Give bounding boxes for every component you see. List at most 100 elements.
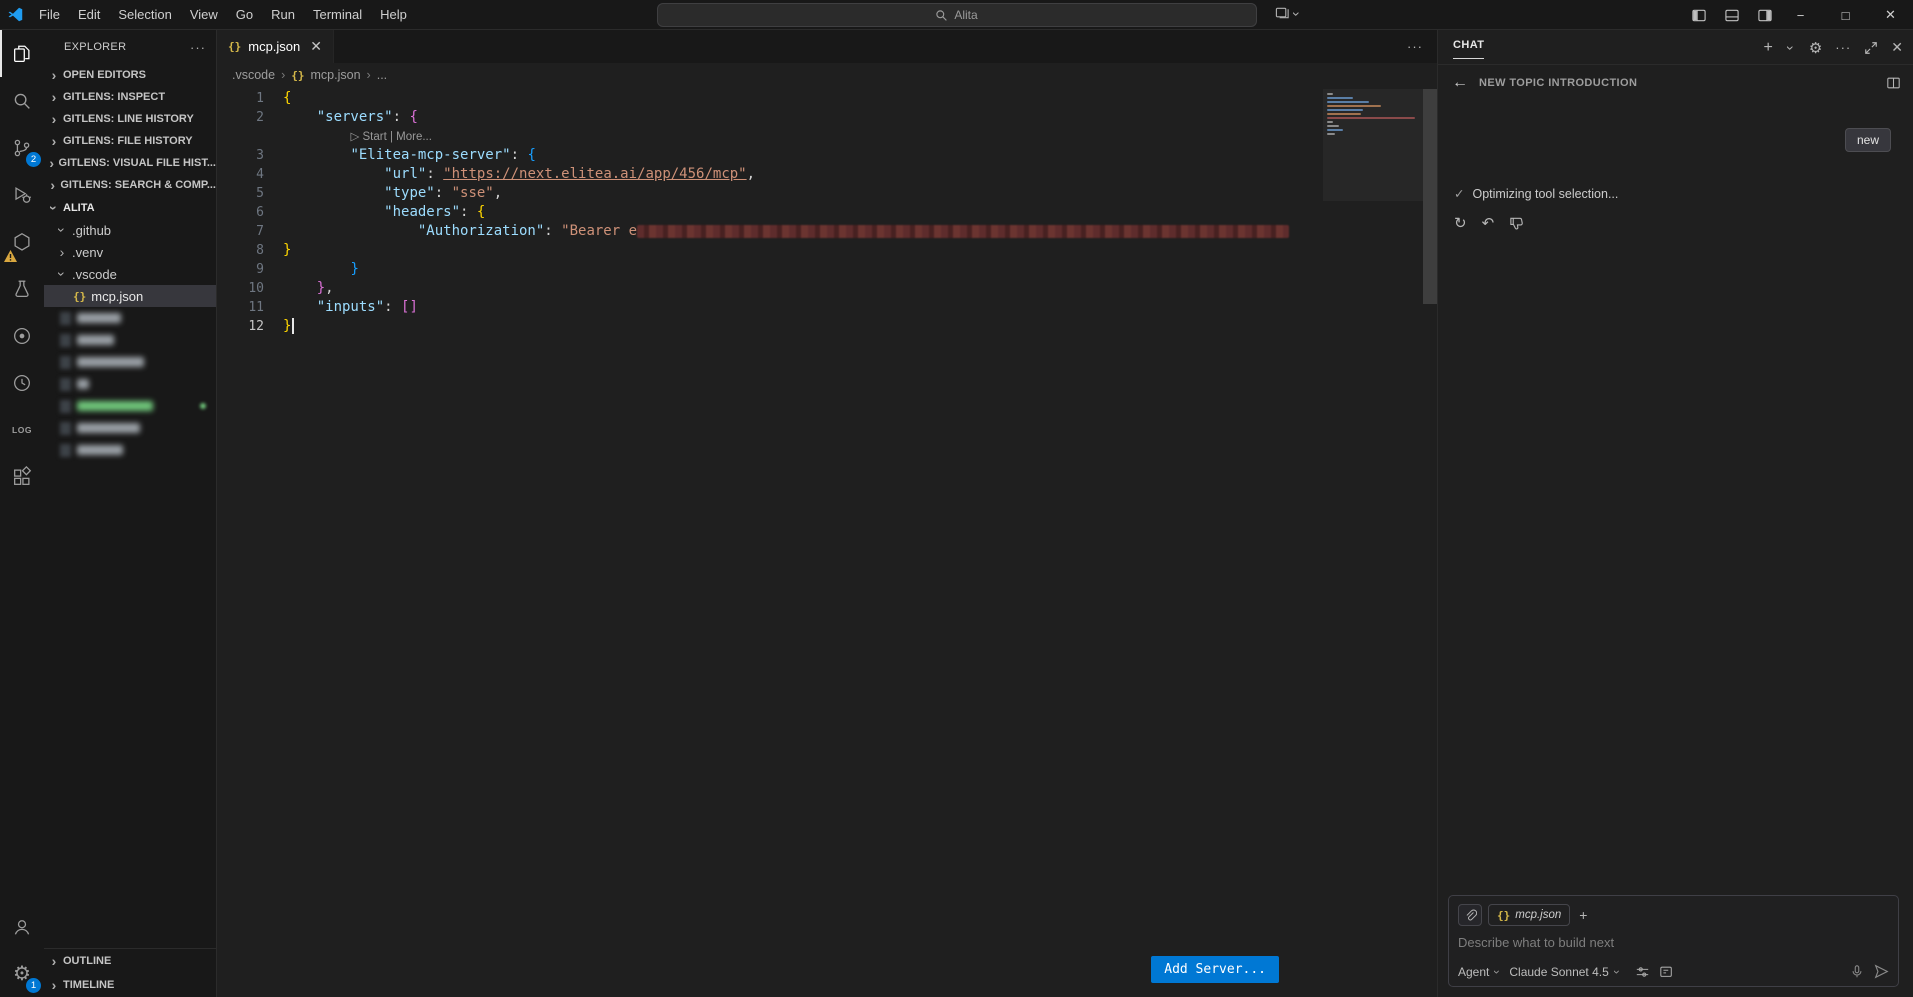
- redacted-file[interactable]: [44, 373, 216, 395]
- folder-vscode[interactable]: ›.vscode: [44, 263, 216, 285]
- redacted-file[interactable]: [44, 351, 216, 373]
- undo-icon[interactable]: ↶: [1482, 214, 1495, 232]
- add-context-icon[interactable]: +: [1576, 907, 1590, 923]
- search-icon: [11, 90, 33, 112]
- more-actions-icon[interactable]: ···: [190, 40, 206, 55]
- model-picker[interactable]: Claude Sonnet 4.5 ›: [1509, 965, 1621, 979]
- activity-testing[interactable]: [0, 265, 44, 312]
- close-tab-icon[interactable]: ✕: [310, 38, 322, 55]
- chat-panel-title[interactable]: CHAT: [1453, 39, 1484, 59]
- activity-settings[interactable]: ⚙ 1: [0, 950, 44, 997]
- new-chat-icon[interactable]: +: [1763, 39, 1772, 57]
- chevron-down-icon[interactable]: ›: [1786, 43, 1796, 53]
- redacted-file[interactable]: [44, 417, 216, 439]
- section-gitlens-line-history[interactable]: ›GITLENS: LINE HISTORY: [44, 108, 216, 130]
- tab-mcp-json[interactable]: {} mcp.json ✕: [217, 30, 334, 63]
- activity-history[interactable]: [0, 359, 44, 406]
- section-gitlens-inspect[interactable]: ›GITLENS: INSPECT: [44, 86, 216, 108]
- menu-view[interactable]: View: [181, 0, 227, 30]
- chevron-down-icon: ›: [1492, 967, 1502, 977]
- activity-run-debug[interactable]: [0, 171, 44, 218]
- menu-file[interactable]: File: [30, 0, 69, 30]
- code-line: 5 "type": "sse",: [217, 184, 1437, 203]
- files-icon: [11, 43, 33, 65]
- toggle-primary-sidebar-icon[interactable]: [1691, 8, 1707, 23]
- code-editor[interactable]: 1{2 "servers": { ▷ Start | More...3 "Eli…: [217, 87, 1437, 997]
- chat-input-placeholder[interactable]: Describe what to build next: [1458, 935, 1889, 950]
- breadcrumb-vscode[interactable]: .vscode: [232, 68, 275, 82]
- chat-input-container[interactable]: {} mcp.json + Describe what to build nex…: [1448, 895, 1899, 987]
- context-file-name: mcp.json: [1515, 909, 1561, 921]
- mode-picker[interactable]: Agent ›: [1458, 965, 1502, 979]
- editor-actions-icon[interactable]: ···: [1407, 30, 1423, 63]
- redacted-file[interactable]: [44, 307, 216, 329]
- attach-context-button[interactable]: [1458, 904, 1482, 926]
- maximize-icon[interactable]: □: [1823, 0, 1868, 30]
- activity-alita-extension[interactable]: [0, 218, 44, 265]
- more-actions-icon[interactable]: ···: [1835, 40, 1851, 55]
- codelens-line[interactable]: ▷ Start | More...: [217, 127, 1437, 146]
- edit-session-icon[interactable]: [1659, 965, 1674, 979]
- folder-github[interactable]: ›.github: [44, 219, 216, 241]
- send-icon[interactable]: [1874, 964, 1889, 979]
- menu-go[interactable]: Go: [227, 0, 262, 30]
- section-timeline[interactable]: ›TIMELINE: [44, 973, 216, 997]
- activity-explorer[interactable]: [0, 30, 44, 77]
- section-gitlens-file-history[interactable]: ›GITLENS: FILE HISTORY: [44, 130, 216, 152]
- paperclip-icon: [1464, 909, 1477, 922]
- activity-gitlens[interactable]: [0, 312, 44, 359]
- code-lines: 1{2 "servers": { ▷ Start | More...3 "Eli…: [217, 89, 1437, 336]
- toggle-secondary-sidebar-icon[interactable]: [1757, 8, 1773, 23]
- code-line: 7 "Authorization": "Bearer e: [217, 222, 1437, 241]
- section-gitlens-visual-file-history[interactable]: ›GITLENS: VISUAL FILE HIST...: [44, 152, 216, 174]
- section-open-editors[interactable]: ›OPEN EDITORS: [44, 64, 216, 86]
- close-panel-icon[interactable]: ✕: [1891, 39, 1903, 56]
- chevron-right-icon: ›: [49, 114, 59, 124]
- minimap[interactable]: [1323, 89, 1423, 201]
- breadcrumb-file[interactable]: mcp.json: [311, 68, 361, 82]
- menu-run[interactable]: Run: [262, 0, 304, 30]
- chat-topic-title: NEW TOPIC INTRODUCTION: [1479, 77, 1637, 89]
- context-file-chip[interactable]: {} mcp.json: [1488, 904, 1570, 926]
- activity-search[interactable]: [0, 77, 44, 124]
- regenerate-icon[interactable]: ↻: [1454, 214, 1467, 232]
- toggle-panel-icon[interactable]: [1724, 8, 1740, 23]
- tools-icon[interactable]: [1635, 965, 1650, 979]
- redacted-file[interactable]: [44, 329, 216, 351]
- new-suggestion-chip[interactable]: new: [1845, 128, 1891, 152]
- folder-venv[interactable]: ›.venv: [44, 241, 216, 263]
- activity-extensions[interactable]: [0, 453, 44, 500]
- file-mcp-json[interactable]: {}mcp.json: [44, 285, 216, 307]
- close-window-icon[interactable]: ✕: [1868, 0, 1913, 30]
- check-icon: ✓: [1454, 186, 1464, 201]
- workspace-alita[interactable]: ›ALITA: [44, 196, 216, 219]
- redacted-file[interactable]: [44, 395, 216, 417]
- menu-help[interactable]: Help: [371, 0, 416, 30]
- section-gitlens-search-compare[interactable]: ›GITLENS: SEARCH & COMP...: [44, 174, 216, 196]
- command-center-search[interactable]: Alita: [657, 3, 1257, 27]
- menu-edit[interactable]: Edit: [69, 0, 109, 30]
- chevron-right-icon: ›: [49, 180, 56, 190]
- minimize-icon[interactable]: −: [1778, 0, 1823, 30]
- code-line: 9 }: [217, 260, 1437, 279]
- code-line: 4 "url": "https://next.elitea.ai/app/456…: [217, 165, 1437, 184]
- activity-log[interactable]: LOG: [0, 406, 44, 453]
- open-in-editor-icon[interactable]: [1886, 76, 1901, 90]
- add-server-button[interactable]: Add Server...: [1151, 956, 1279, 983]
- menu-selection[interactable]: Selection: [109, 0, 180, 30]
- explorer-sidebar: EXPLORER ··· ›OPEN EDITORS ›GITLENS: INS…: [44, 30, 216, 997]
- activity-account[interactable]: [0, 903, 44, 950]
- section-outline[interactable]: ›OUTLINE: [44, 949, 216, 973]
- mic-icon[interactable]: [1850, 964, 1864, 979]
- thumbs-down-icon[interactable]: [1509, 216, 1524, 231]
- back-arrow-icon[interactable]: ←: [1452, 74, 1468, 92]
- beaker-icon: [11, 278, 33, 300]
- chat-settings-gear-icon[interactable]: ⚙: [1809, 39, 1822, 57]
- redacted-file[interactable]: [44, 439, 216, 461]
- customize-layout-dropdown[interactable]: ›: [1275, 6, 1302, 21]
- menu-terminal[interactable]: Terminal: [304, 0, 371, 30]
- activity-source-control[interactable]: 2: [0, 124, 44, 171]
- scrollbar-thumb[interactable]: [1423, 89, 1437, 304]
- expand-chat-icon[interactable]: [1864, 41, 1878, 55]
- breadcrumb-symbol[interactable]: ...: [377, 68, 387, 82]
